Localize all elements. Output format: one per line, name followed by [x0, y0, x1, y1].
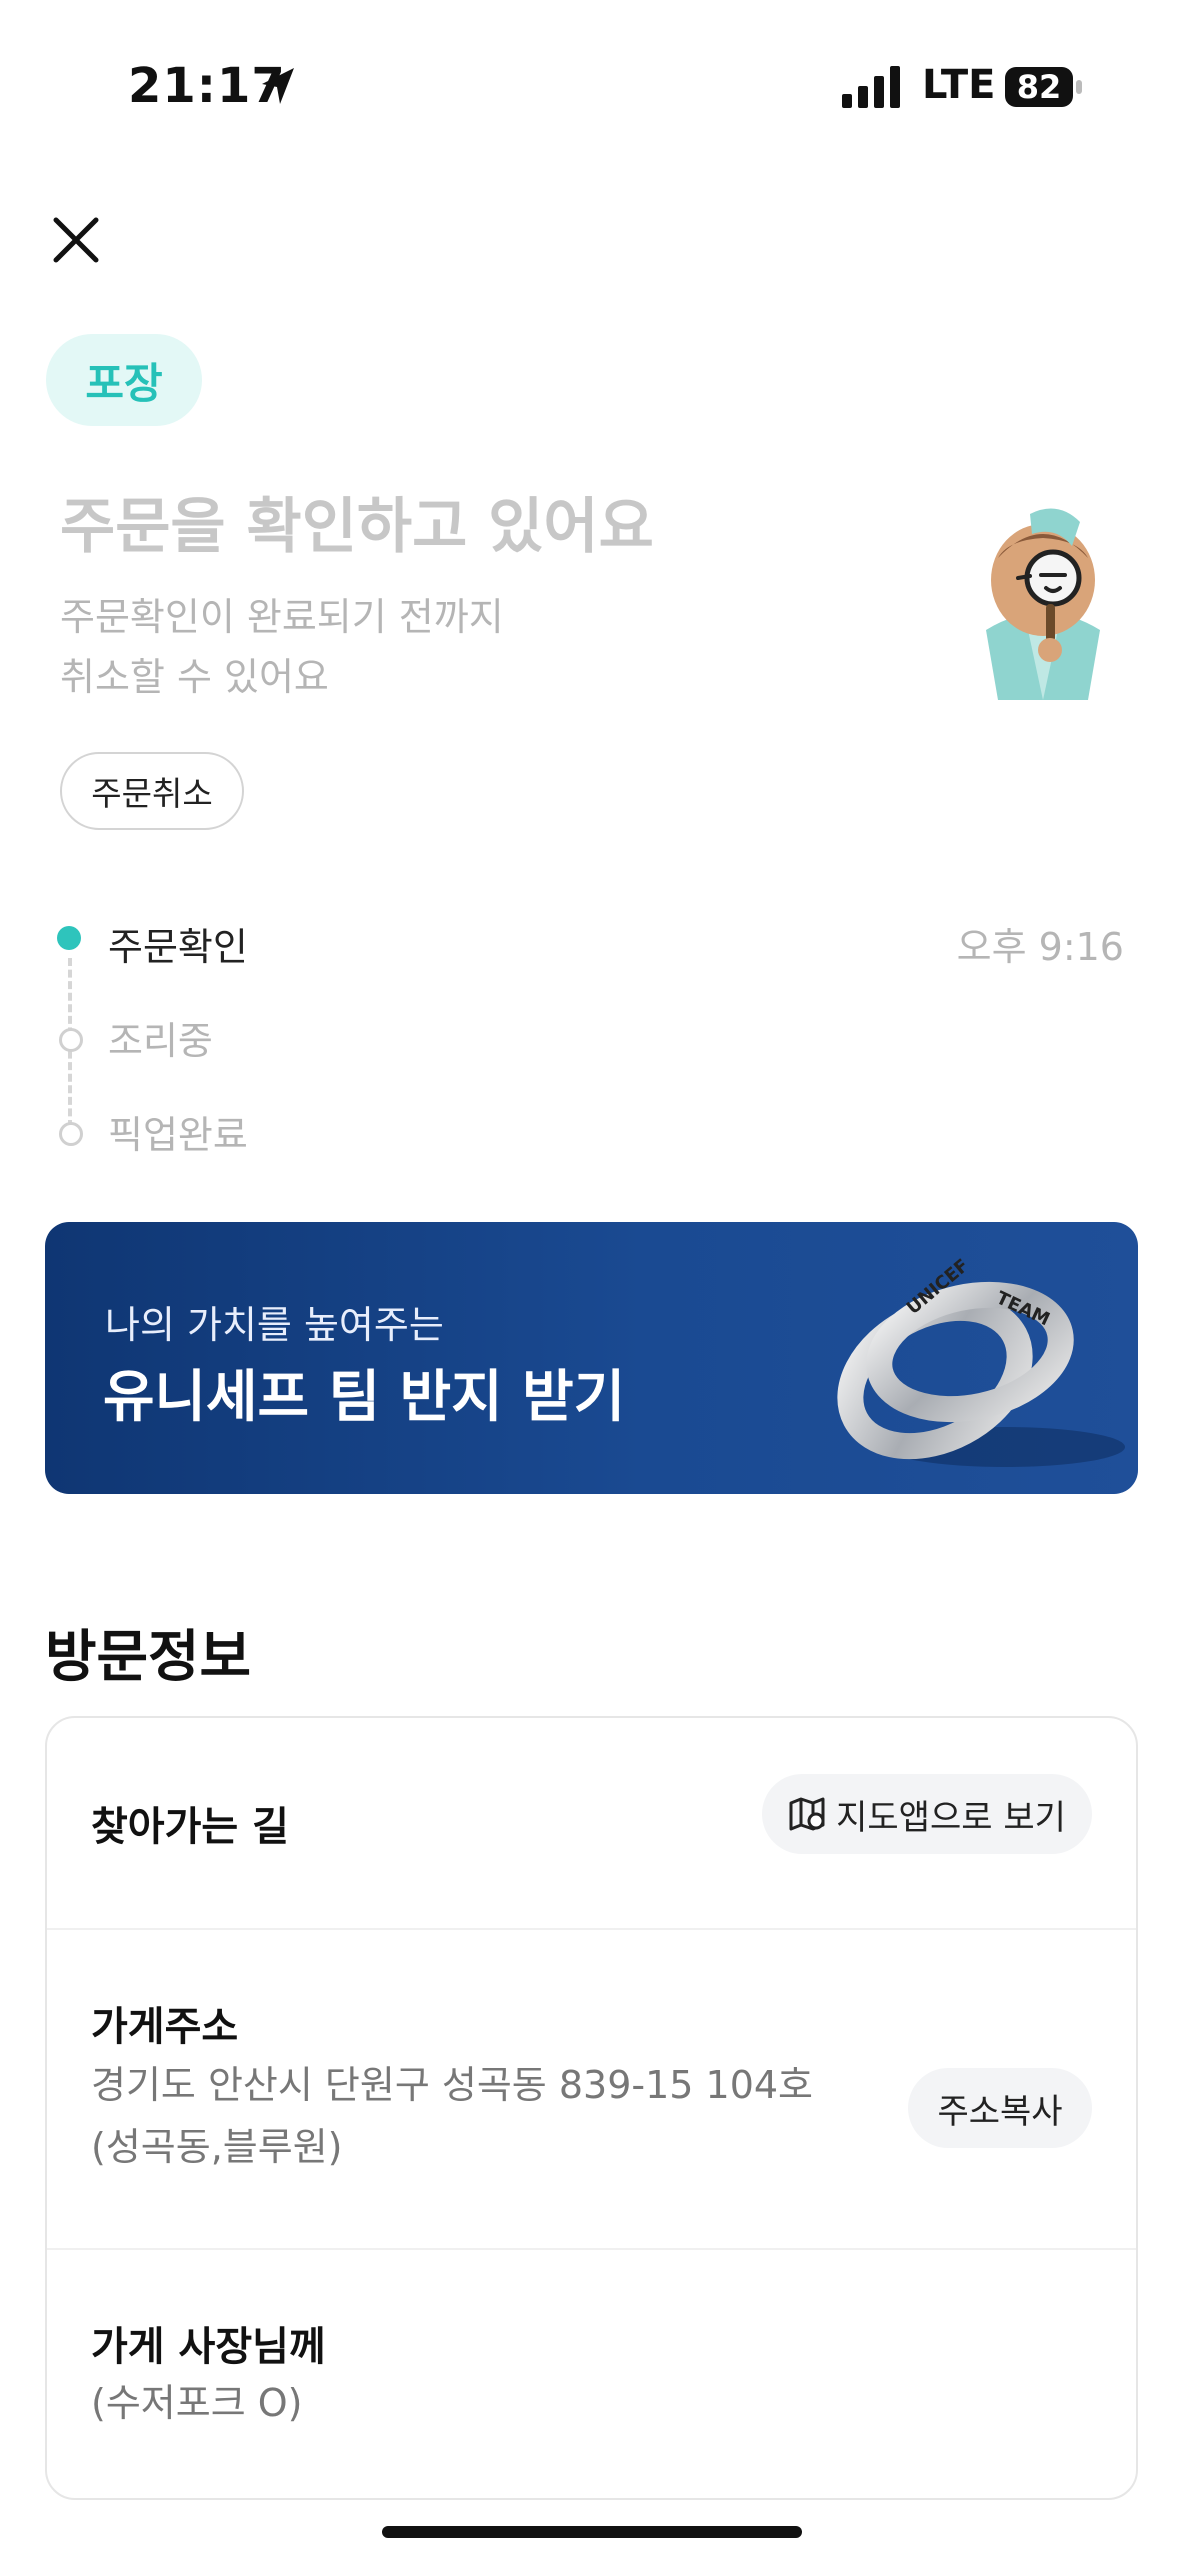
unicef-ring-banner[interactable]: 나의 가치를 높여주는 유니세프 팀 반지 받기 UNICEF TEAM — [45, 1222, 1138, 1494]
close-icon[interactable] — [50, 214, 102, 266]
store-address-line2: (성곡동,블루원) — [91, 2125, 343, 2169]
visit-info-card: 찾아가는 길 지도앱으로 보기 가게주소 경기도 안산시 단원구 성곡동 839… — [45, 1716, 1138, 2500]
cancel-order-button[interactable]: 주문취소 — [60, 752, 244, 830]
network-type: LTE — [922, 62, 996, 108]
order-type-badge: 포장 — [46, 334, 202, 426]
location-arrow-icon — [262, 68, 294, 104]
order-status-subtitle-line2: 취소할 수 있어요 — [60, 655, 329, 699]
open-map-app-button[interactable]: 지도앱으로 보기 — [762, 1774, 1092, 1854]
step-label-confirmed: 주문확인 — [108, 925, 248, 969]
directions-label: 찾아가는 길 — [91, 1804, 289, 1850]
order-status-subtitle-line1: 주문확인이 완료되기 전까지 — [60, 595, 504, 639]
step-dot-active — [57, 926, 81, 950]
order-status-title: 주문을 확인하고 있어요 — [60, 492, 654, 562]
owner-request-note: (수저포크 O) — [91, 2381, 303, 2425]
home-indicator[interactable] — [382, 2526, 802, 2538]
divider — [47, 1928, 1136, 1930]
open-map-app-label: 지도앱으로 보기 — [836, 1797, 1066, 1838]
battery-level: 82 — [1016, 68, 1062, 106]
checking-character-illustration — [986, 508, 1100, 700]
step-time: 오후 9:16 — [956, 925, 1124, 969]
owner-request-label: 가게 사장님께 — [91, 2324, 326, 2370]
section-title-visit-info: 방문정보 — [45, 1625, 252, 1690]
store-address-label: 가게주소 — [91, 2004, 239, 2050]
step-dot — [59, 1122, 83, 1146]
battery-icon: 82 — [1004, 66, 1084, 108]
copy-address-button[interactable]: 주소복사 — [908, 2068, 1092, 2148]
banner-subtitle: 나의 가치를 높여주는 — [105, 1303, 444, 1347]
step-label-pickup: 픽업완료 — [108, 1113, 248, 1157]
step-label-cooking: 조리중 — [108, 1019, 213, 1063]
map-icon — [789, 1797, 825, 1831]
store-address-line1: 경기도 안산시 단원구 성곡동 839-15 104호 — [91, 2063, 814, 2107]
cellular-signal-icon — [842, 66, 900, 108]
divider — [47, 2248, 1136, 2250]
banner-title: 유니세프 팀 반지 받기 — [103, 1365, 626, 1430]
step-dot — [59, 1028, 83, 1052]
ring-illustration: UNICEF TEAM — [837, 1255, 1125, 1467]
